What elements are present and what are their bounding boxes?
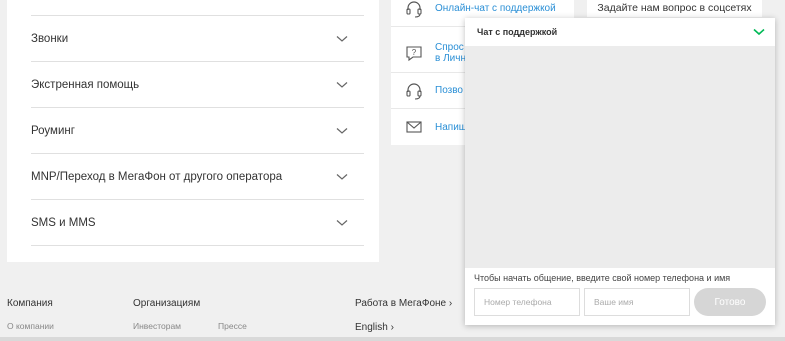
chevron-down-icon	[336, 219, 348, 226]
faq-item-emergency[interactable]: Экстренная помощь	[31, 62, 364, 108]
chat-hint: Чтобы начать общение, введите свой номер…	[474, 273, 731, 283]
phone-input[interactable]	[474, 288, 580, 316]
envelope-icon	[406, 121, 422, 133]
faq-accordion: Звонки Экстренная помощь Роуминг MNP/Пер…	[7, 0, 379, 262]
headset-icon	[406, 0, 422, 18]
faq-item-label: MNP/Переход в МегаФон от другого операто…	[31, 170, 283, 183]
footer-about-link[interactable]: О компании	[7, 321, 54, 331]
footer-investors-link[interactable]: Инвесторам	[133, 321, 181, 331]
faq-item-sms-mms[interactable]: SMS и MMS	[31, 200, 364, 246]
support-link-ask-line2[interactable]: в Личн	[435, 53, 466, 64]
headset-icon	[406, 82, 422, 100]
social-question-card[interactable]: Задайте нам вопрос в соцсетях	[587, 0, 762, 17]
chevron-down-icon	[336, 81, 348, 88]
faq-item-label: Экстренная помощь	[31, 78, 140, 91]
chevron-down-icon	[336, 35, 348, 42]
support-link-online-chat[interactable]: Онлайн-чат с поддержкой	[435, 3, 556, 14]
name-input[interactable]	[584, 288, 690, 316]
footer-language-link[interactable]: English ›	[355, 322, 394, 333]
social-question-label: Задайте нам вопрос в соцсетях	[597, 2, 752, 14]
support-chat-widget: Чат с поддержкой Чтобы начать общение, в…	[465, 18, 775, 325]
faq-item-label: Звонки	[31, 32, 69, 45]
svg-text:?: ?	[412, 48, 417, 57]
footer-divider	[0, 337, 785, 341]
chat-messages-area	[465, 46, 775, 268]
footer-company: Компания	[7, 298, 53, 309]
support-link-call[interactable]: Позво	[435, 85, 463, 96]
footer-career-link[interactable]: Работа в МегаФоне ›	[355, 298, 452, 309]
support-link-ask-line1[interactable]: Спрос	[435, 42, 466, 53]
faq-row-hidden	[31, 0, 364, 16]
support-link-write[interactable]: Напиш	[435, 122, 467, 133]
faq-item-mnp[interactable]: MNP/Переход в МегаФон от другого операто…	[31, 154, 364, 200]
footer-organizations: Организациям	[133, 298, 201, 309]
chevron-down-icon[interactable]	[753, 28, 765, 36]
faq-item-label: Роуминг	[31, 124, 75, 137]
faq-item-calls[interactable]: Звонки	[31, 16, 364, 62]
footer-press-link[interactable]: Прессе	[218, 321, 247, 331]
faq-item-roaming[interactable]: Роуминг	[31, 108, 364, 154]
faq-item-label: SMS и MMS	[31, 216, 96, 229]
chat-header[interactable]: Чат с поддержкой	[465, 18, 775, 46]
submit-button[interactable]: Готово	[694, 288, 766, 316]
question-bubble-icon: ?	[406, 45, 422, 61]
chevron-down-icon	[336, 127, 348, 134]
chat-title: Чат с поддержкой	[477, 27, 558, 37]
chevron-down-icon	[336, 173, 348, 180]
